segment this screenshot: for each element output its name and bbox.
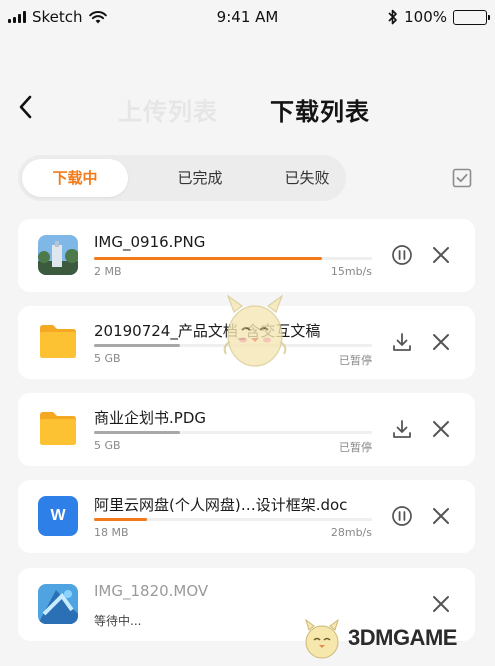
mascot-watermark: [218, 290, 292, 374]
pause-icon: [392, 245, 412, 265]
progress-fill: [94, 518, 147, 521]
mascot-logo-icon: [305, 618, 339, 659]
close-icon: [433, 508, 449, 524]
file-size: 5 GB: [94, 352, 121, 365]
file-name: 商业企划书.PDG: [94, 409, 206, 427]
remove-button[interactable]: [430, 505, 452, 527]
resume-download-button[interactable]: [391, 331, 413, 353]
list-item[interactable]: W 阿里云网盘(个人网盘)…设计框架.doc 18 MB 28mb/s: [18, 480, 475, 553]
carrier-label: Sketch: [32, 8, 83, 26]
word-document-icon: W: [38, 496, 78, 536]
status-filter-segment: 下载中 已完成 已失败: [18, 155, 346, 201]
list-item[interactable]: IMG_0916.PNG 2 MB 15mb/s: [18, 219, 475, 292]
download-status: 等待中...: [94, 614, 142, 628]
list-item[interactable]: 商业企划书.PDG 5 GB 已暂停: [18, 393, 475, 466]
progress-fill: [94, 344, 181, 347]
remove-button[interactable]: [430, 244, 452, 266]
folder-icon: [38, 322, 78, 360]
close-icon: [433, 334, 449, 350]
download-speed: 15mb/s: [330, 265, 372, 278]
watermark: 3DMGAME: [300, 616, 457, 660]
close-icon: [433, 247, 449, 263]
status-left: Sketch: [8, 8, 107, 26]
back-button[interactable]: [14, 92, 38, 122]
progress-fill: [94, 257, 322, 260]
segment-failed[interactable]: 已失败: [254, 155, 360, 201]
pause-button[interactable]: [391, 505, 413, 527]
video-thumbnail: [38, 584, 78, 624]
file-name: IMG_0916.PNG: [94, 233, 206, 251]
status-bar: Sketch 9:41 AM 100%: [0, 0, 495, 34]
progress-bar: [94, 431, 372, 434]
status-right: 100%: [388, 8, 490, 26]
progress-fill: [94, 431, 181, 434]
pause-button[interactable]: [391, 244, 413, 266]
signal-icon: [8, 11, 26, 23]
battery-icon: [453, 9, 490, 25]
file-size: 2 MB: [94, 265, 122, 278]
segment-downloading[interactable]: 下载中: [22, 159, 128, 197]
download-status: 已暂停: [339, 441, 372, 454]
wifi-icon: [88, 10, 107, 23]
tab-upload-list[interactable]: 上传列表: [118, 92, 218, 127]
watermark-text: 3DMGAME: [348, 625, 457, 650]
progress-bar: [94, 257, 372, 260]
battery-percent: 100%: [404, 8, 447, 26]
chevron-left-icon: [19, 95, 32, 119]
pause-icon: [392, 506, 412, 526]
segment-completed[interactable]: 已完成: [146, 155, 254, 201]
download-icon: [393, 420, 411, 438]
download-status: 已暂停: [339, 354, 372, 367]
remove-button[interactable]: [430, 593, 452, 615]
file-name: 阿里云网盘(个人网盘)…设计框架.doc: [94, 496, 348, 514]
close-icon: [433, 421, 449, 437]
file-name: IMG_1820.MOV: [94, 582, 209, 600]
download-icon: [393, 333, 411, 351]
close-icon: [433, 596, 449, 612]
file-size: 5 GB: [94, 439, 121, 452]
file-size: 18 MB: [94, 526, 129, 539]
remove-button[interactable]: [430, 418, 452, 440]
select-all-checkbox[interactable]: [452, 168, 472, 188]
folder-icon: [38, 409, 78, 447]
resume-download-button[interactable]: [391, 418, 413, 440]
checkbox-icon: [452, 168, 472, 188]
bluetooth-icon: [388, 9, 397, 25]
progress-bar: [94, 518, 372, 521]
remove-button[interactable]: [430, 331, 452, 353]
download-speed: 28mb/s: [330, 526, 372, 539]
tab-download-list[interactable]: 下载列表: [270, 92, 370, 127]
image-thumbnail: [38, 235, 78, 275]
